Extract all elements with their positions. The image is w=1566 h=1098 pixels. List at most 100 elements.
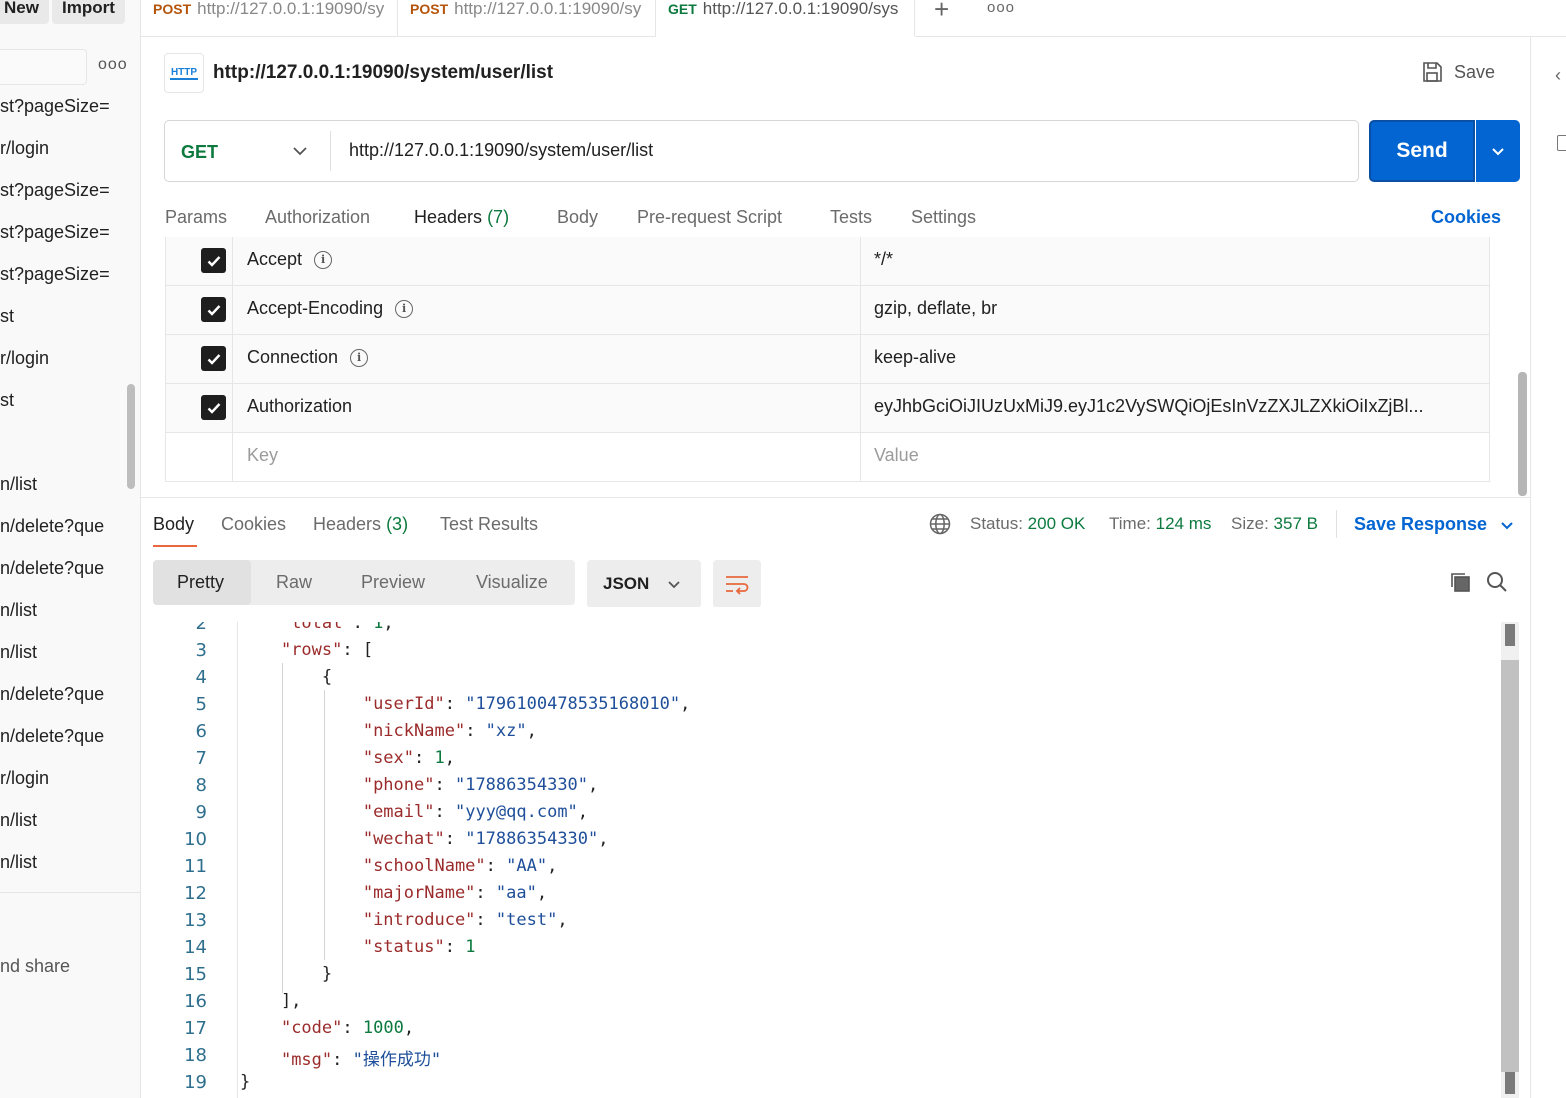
response-tab-test-results[interactable]: Test Results bbox=[440, 514, 538, 535]
wrap-lines-button[interactable] bbox=[713, 560, 761, 608]
editor-scroll-down[interactable] bbox=[1505, 1072, 1515, 1094]
header-key[interactable]: Connection i bbox=[247, 347, 369, 368]
sidebar-history-item[interactable]: st?pageSize= bbox=[0, 264, 110, 285]
send-button[interactable]: Send bbox=[1369, 120, 1475, 182]
search-icon[interactable] bbox=[1485, 570, 1509, 594]
code-text: "msg": "操作成功" bbox=[280, 1050, 442, 1070]
format-select[interactable]: JSON bbox=[587, 560, 701, 608]
editor-scroll-up[interactable] bbox=[1505, 624, 1515, 646]
header-checkbox[interactable] bbox=[201, 395, 226, 420]
line-number: 5 bbox=[195, 694, 207, 715]
sidebar-history-item[interactable]: n/list bbox=[0, 642, 37, 663]
tab-prerequest-script[interactable]: Pre-request Script bbox=[637, 207, 782, 228]
sidebar-share-text[interactable]: nd share bbox=[0, 956, 70, 977]
sidebar-history-item[interactable]: n/list bbox=[0, 852, 37, 873]
tab-more-icon[interactable]: ooo bbox=[987, 0, 1015, 16]
tab-params[interactable]: Params bbox=[165, 207, 227, 228]
header-row: Connection i keep-alive bbox=[166, 335, 1489, 384]
header-key-text: Accept-Encoding bbox=[247, 298, 384, 318]
chevron-down-icon bbox=[1501, 521, 1513, 529]
view-pretty[interactable]: Pretty bbox=[177, 572, 224, 593]
sidebar-search-input[interactable] bbox=[0, 49, 87, 85]
sidebar-history-item[interactable]: r/login bbox=[0, 138, 49, 159]
chevron-down-icon[interactable] bbox=[291, 139, 309, 163]
new-tab-plus-icon[interactable]: + bbox=[934, 0, 949, 25]
send-options-button[interactable] bbox=[1476, 120, 1520, 182]
line-number: 15 bbox=[184, 964, 207, 985]
sidebar-history-item[interactable]: st?pageSize= bbox=[0, 222, 110, 243]
request-scrollbar[interactable] bbox=[1518, 372, 1527, 496]
status-value: 200 OK bbox=[1027, 514, 1086, 533]
header-checkbox[interactable] bbox=[201, 346, 226, 371]
header-value[interactable]: keep-alive bbox=[874, 347, 956, 368]
header-value[interactable]: */* bbox=[874, 249, 893, 270]
tab-headers[interactable]: Headers (7) bbox=[414, 207, 509, 228]
sidebar-history-item[interactable]: n/delete?que bbox=[0, 516, 104, 537]
header-key-input[interactable]: Key bbox=[247, 445, 278, 466]
header-key[interactable]: Authorization bbox=[247, 396, 352, 417]
sidebar-history-item[interactable]: n/delete?que bbox=[0, 558, 104, 579]
header-checkbox[interactable] bbox=[201, 248, 226, 273]
sidebar-history-item[interactable]: st bbox=[0, 390, 14, 411]
header-key[interactable]: Accept-Encoding i bbox=[247, 298, 414, 319]
view-visualize[interactable]: Visualize bbox=[476, 572, 548, 593]
sidebar-history-item[interactable]: st?pageSize= bbox=[0, 96, 110, 117]
header-checkbox[interactable] bbox=[201, 297, 226, 322]
request-tab-1[interactable]: POST http://127.0.0.1:19090/sy bbox=[141, 0, 398, 37]
sidebar-history-item[interactable]: st bbox=[0, 306, 14, 327]
tab-body[interactable]: Body bbox=[557, 207, 598, 228]
response-tab-headers-count: (3) bbox=[386, 514, 409, 534]
import-button[interactable]: Import bbox=[52, 0, 125, 24]
response-time[interactable]: Time: 124 ms bbox=[1109, 514, 1211, 534]
request-tab-2[interactable]: POST http://127.0.0.1:19090/sy bbox=[398, 0, 656, 37]
save-button[interactable]: Save bbox=[1420, 60, 1495, 84]
line-number: 14 bbox=[184, 937, 207, 958]
document-icon[interactable] bbox=[1557, 135, 1566, 151]
line-number: 2 bbox=[195, 622, 207, 634]
header-key[interactable]: Accept i bbox=[247, 249, 333, 270]
save-response-button[interactable]: Save Response bbox=[1354, 514, 1515, 535]
response-tab-cookies[interactable]: Cookies bbox=[221, 514, 286, 535]
info-icon[interactable]: i bbox=[395, 299, 414, 318]
header-value-input[interactable]: Value bbox=[874, 445, 919, 466]
collapse-left-icon[interactable]: ‹ bbox=[1555, 65, 1561, 86]
info-icon[interactable]: i bbox=[314, 250, 333, 269]
url-input[interactable] bbox=[349, 140, 1329, 161]
cookies-link[interactable]: Cookies bbox=[1431, 207, 1501, 228]
new-button[interactable]: New bbox=[0, 0, 49, 24]
sidebar-more-icon[interactable]: ooo bbox=[98, 56, 128, 74]
header-value[interactable]: gzip, deflate, br bbox=[874, 298, 997, 319]
request-tab-3[interactable]: GET http://127.0.0.1:19090/sys bbox=[656, 0, 915, 37]
view-raw[interactable]: Raw bbox=[276, 572, 312, 593]
sidebar-history-item[interactable]: n/delete?que bbox=[0, 726, 104, 747]
info-icon[interactable]: i bbox=[350, 348, 369, 367]
indent-guide bbox=[324, 690, 325, 960]
tab-tests[interactable]: Tests bbox=[830, 207, 872, 228]
response-tab-body[interactable]: Body bbox=[153, 514, 194, 535]
request-title[interactable]: http://127.0.0.1:19090/system/user/list bbox=[213, 62, 553, 84]
pane-splitter[interactable] bbox=[141, 497, 1530, 498]
response-size[interactable]: Size: 357 B bbox=[1231, 514, 1318, 534]
tab-authorization[interactable]: Authorization bbox=[265, 207, 370, 228]
globe-icon[interactable] bbox=[929, 513, 951, 535]
sidebar-history-item[interactable]: n/list bbox=[0, 600, 37, 621]
copy-icon[interactable] bbox=[1448, 570, 1472, 594]
sidebar-history-item[interactable]: n/list bbox=[0, 474, 37, 495]
sidebar-history-item[interactable]: n/delete?que bbox=[0, 684, 104, 705]
method-select[interactable]: GET bbox=[181, 142, 218, 163]
response-body-editor[interactable]: 2 "total": 1, 3 "rows": [4 {5 "userId": "… bbox=[141, 622, 1501, 1098]
editor-scrollbar-thumb[interactable] bbox=[1501, 660, 1519, 1072]
response-tab-headers-label: Headers bbox=[313, 514, 382, 534]
sidebar-history-item[interactable]: st?pageSize= bbox=[0, 180, 110, 201]
save-label: Save bbox=[1454, 61, 1496, 82]
sidebar-history-item[interactable]: r/login bbox=[0, 768, 49, 789]
response-status[interactable]: Status: 200 OK bbox=[970, 514, 1085, 534]
response-tab-headers[interactable]: Headers (3) bbox=[313, 514, 408, 535]
sidebar-scrollbar[interactable] bbox=[127, 384, 135, 489]
view-preview[interactable]: Preview bbox=[361, 572, 425, 593]
header-value[interactable]: eyJhbGciOiJIUzUxMiJ9.eyJ1c2VySWQiOjEsInV… bbox=[874, 396, 1423, 417]
tab-settings[interactable]: Settings bbox=[911, 207, 976, 228]
sidebar-history-item[interactable]: n/list bbox=[0, 810, 37, 831]
line-number: 16 bbox=[184, 991, 207, 1012]
sidebar-history-item[interactable]: r/login bbox=[0, 348, 49, 369]
